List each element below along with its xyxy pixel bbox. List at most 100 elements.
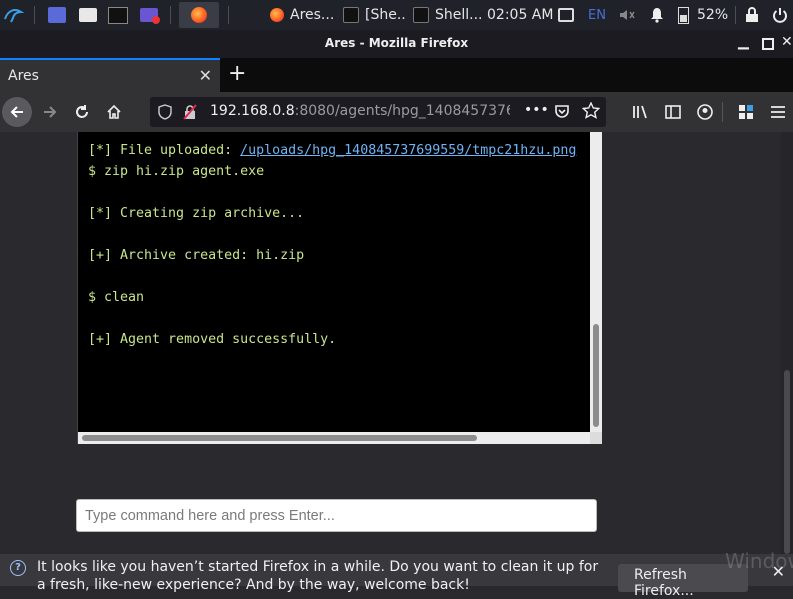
console-line: [*] File uploaded: /uploads/hpg_14084573… (88, 140, 590, 161)
desktop-icon (48, 7, 66, 23)
taskbar-label: Shell... (435, 7, 481, 23)
scrollbar-thumb[interactable] (784, 370, 790, 554)
kali-menu-button[interactable] (0, 2, 26, 28)
console-horizontal-scrollbar[interactable] (78, 432, 590, 444)
monitor-icon (558, 8, 574, 22)
kali-dragon-icon (4, 9, 24, 23)
scrollbar-corner (590, 432, 602, 444)
console-vertical-scrollbar[interactable] (590, 132, 602, 432)
back-button[interactable] (2, 97, 32, 127)
firefox-icon (270, 8, 284, 22)
terminal-launcher-button[interactable] (107, 2, 129, 28)
speaker-muted-icon (620, 10, 635, 20)
volume-button[interactable] (618, 2, 636, 28)
battery-indicator[interactable] (677, 2, 689, 28)
insecure-connection-icon[interactable] (182, 104, 198, 124)
help-icon: ? (10, 560, 26, 576)
console-line: [*] Creating zip archive... (88, 206, 305, 221)
firefox-icon (191, 7, 207, 23)
tab-ares[interactable]: Ares ✕ (0, 58, 220, 92)
extensions-button[interactable] (732, 98, 760, 126)
power-icon (773, 8, 787, 23)
home-icon (107, 104, 121, 119)
maximize-button[interactable] (762, 38, 774, 50)
sidebar-icon (665, 105, 681, 119)
window-title: Ares - Mozilla Firefox (324, 36, 469, 50)
plus-icon: + (228, 61, 247, 86)
url-path: :8080/agents/hpg_140845737699 (294, 103, 510, 119)
reload-button[interactable] (68, 98, 96, 126)
home-button[interactable] (100, 98, 128, 126)
console-line: $ zip hi.zip agent.exe (88, 164, 265, 179)
firefox-launcher-button[interactable] (179, 2, 219, 28)
menu-button[interactable] (764, 98, 792, 126)
command-input[interactable] (76, 499, 597, 532)
scrollbar-thumb[interactable] (82, 435, 477, 441)
window-titlebar[interactable]: Ares - Mozilla Firefox ▁ ✕ (0, 30, 793, 58)
terminal-icon (343, 7, 359, 23)
battery-icon (677, 6, 689, 24)
tracking-protection-icon[interactable] (158, 104, 172, 124)
lock-screen-button[interactable] (744, 2, 760, 28)
url-bar[interactable]: 192.168.0.8:8080/agents/hpg_140845737699… (150, 97, 606, 127)
scrollbar-thumb[interactable] (593, 324, 599, 427)
console-line: $ clean (88, 290, 145, 305)
bell-icon (651, 8, 663, 23)
minimize-icon: ▁ (738, 34, 749, 50)
minimize-button[interactable]: ▁ (738, 34, 749, 50)
arrow-left-icon (10, 106, 23, 118)
notification-message: It looks like you haven’t started Firefo… (37, 559, 599, 593)
pocket-icon (555, 105, 569, 118)
activation-watermark: Windows ス (725, 549, 793, 573)
close-window-button[interactable]: ✕ (781, 34, 793, 50)
screen-recorder-button[interactable] (137, 2, 161, 28)
url-text[interactable]: 192.168.0.8:8080/agents/hpg_140845737699 (210, 103, 510, 119)
top-panel: Ares... [She... Shell... 02:05 AM EN 52% (0, 0, 793, 30)
library-icon (633, 105, 647, 119)
lock-icon (746, 7, 758, 22)
taskbar-label: Ares... (290, 7, 335, 23)
display-button[interactable] (558, 2, 574, 28)
terminal-icon (413, 7, 429, 23)
tab-bar: Ares ✕ + (0, 58, 793, 92)
star-icon (581, 101, 601, 119)
record-icon (140, 8, 160, 24)
url-host: 192.168.0.8 (210, 103, 295, 119)
agent-console-output: [*] File uploaded: /uploads/hpg_14084573… (77, 132, 602, 444)
folder-icon (79, 8, 97, 22)
console-line: [+] Archive created: hi.zip (88, 248, 305, 263)
extensions-icon (739, 105, 753, 119)
page-content: [*] File uploaded: /uploads/hpg_14084573… (0, 132, 793, 554)
console-line: [+] Agent removed successfully. (88, 332, 337, 347)
new-tab-button[interactable]: + (228, 61, 246, 86)
tab-close-icon[interactable]: ✕ (199, 66, 212, 85)
close-icon: ✕ (781, 34, 793, 50)
console-line-prefix: [*] File uploaded: (88, 143, 241, 158)
notifications-button[interactable] (648, 2, 666, 28)
taskbar-label: [She... (365, 7, 405, 23)
refresh-firefox-notification: ? It looks like you haven’t started Fire… (0, 554, 793, 599)
sidebar-button[interactable] (659, 98, 687, 126)
account-button[interactable] (691, 98, 719, 126)
taskbar-item-shell-1[interactable]: [She... (343, 3, 405, 27)
forward-button[interactable] (36, 98, 64, 126)
page-actions-button[interactable]: ••• (524, 102, 549, 118)
keyboard-layout[interactable]: EN (588, 3, 606, 27)
clock[interactable]: 02:05 AM (487, 3, 553, 27)
navigation-toolbar: 192.168.0.8:8080/agents/hpg_140845737699… (0, 92, 793, 132)
taskbar-item-shell-2[interactable]: Shell... (413, 3, 481, 27)
library-button[interactable] (627, 98, 655, 126)
taskbar-item-firefox[interactable]: Ares... (270, 3, 336, 27)
pocket-button[interactable] (554, 103, 570, 123)
bookmark-button[interactable] (581, 101, 601, 124)
terminal-icon (108, 6, 128, 24)
file-manager-button[interactable] (77, 2, 99, 28)
power-button[interactable] (771, 2, 789, 28)
page-scrollbar[interactable] (781, 132, 793, 554)
account-icon (697, 104, 713, 120)
uploaded-file-link[interactable]: /uploads/hpg_140845737699559/tmpc21hzu.p… (240, 143, 576, 158)
show-desktop-button[interactable] (46, 2, 68, 28)
